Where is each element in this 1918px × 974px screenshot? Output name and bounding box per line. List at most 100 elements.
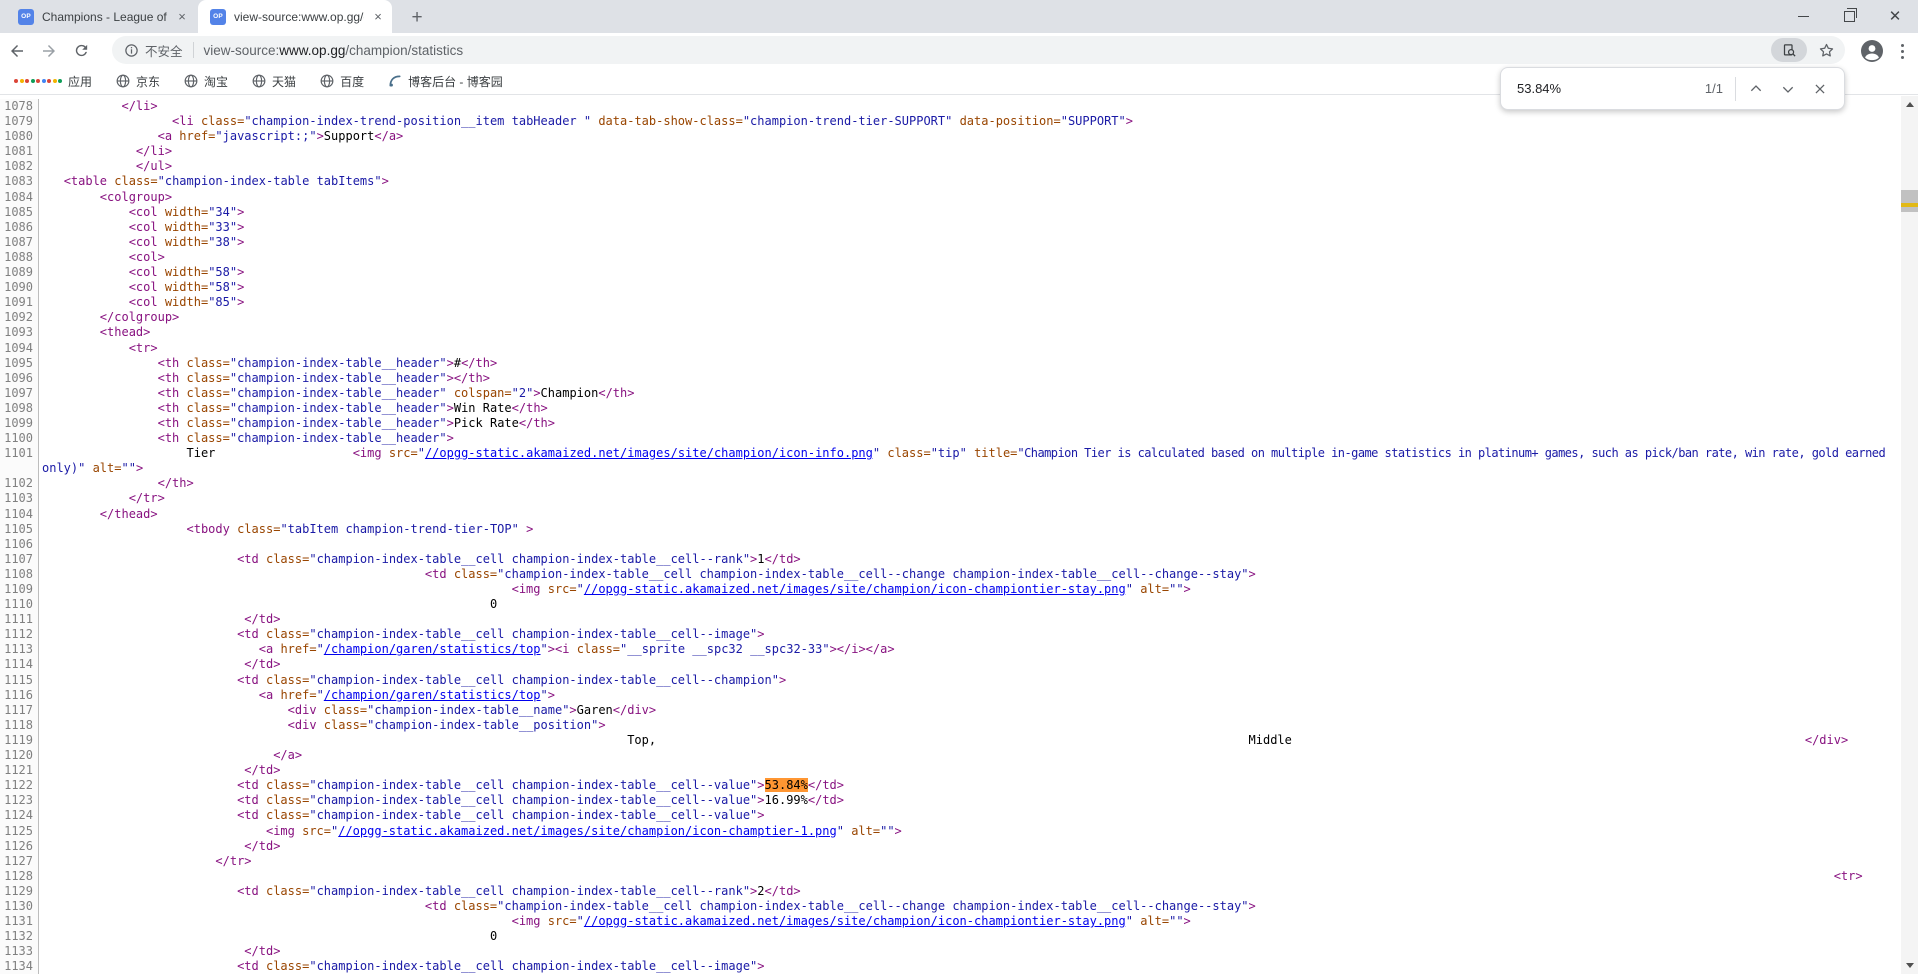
- bookmark-cnblogs[interactable]: 博客后台 - 博客园: [388, 73, 503, 90]
- line-number: 1109: [0, 582, 39, 597]
- source-line: 1117 <div class="champion-index-table__n…: [0, 703, 1918, 718]
- source-line-code: </td>: [39, 657, 280, 672]
- bookmark-label: 京东: [136, 73, 160, 90]
- source-line-code: <td class="champion-index-table__cell ch…: [39, 778, 844, 793]
- line-number: 1122: [0, 778, 39, 793]
- source-line: 1083 <table class="champion-index-table …: [0, 174, 1918, 189]
- source-line-code: only)" alt="">: [39, 461, 143, 476]
- find-close-button[interactable]: [1804, 73, 1836, 105]
- line-number: 1131: [0, 914, 39, 929]
- source-line: 1121 </td>: [0, 763, 1918, 778]
- source-link[interactable]: //opgg-static.akamaized.net/images/site/…: [584, 582, 1126, 596]
- source-link[interactable]: //opgg-static.akamaized.net/images/site/…: [338, 824, 837, 838]
- avatar-icon: [1860, 39, 1884, 63]
- source-line-code: <col>: [39, 250, 165, 265]
- line-number: 1126: [0, 839, 39, 854]
- source-line-code: <col width="58">: [39, 265, 244, 280]
- source-link[interactable]: //opgg-static.akamaized.net/images/site/…: [425, 446, 873, 460]
- triangle-up-icon: [1906, 102, 1914, 107]
- source-line-code: <td class="champion-index-table__cell ch…: [39, 567, 1256, 582]
- source-line-code: <a href="/champion/garen/statistics/top"…: [39, 642, 895, 657]
- line-number: 1127: [0, 854, 39, 869]
- line-number: 1113: [0, 642, 39, 657]
- tab-close-icon[interactable]: ×: [174, 9, 190, 25]
- source-line-code: <tr>: [39, 341, 158, 356]
- forward-arrow-icon: [40, 42, 58, 60]
- tab-view-source[interactable]: OP view-source:www.op.gg/cham ×: [198, 0, 392, 33]
- source-link[interactable]: //opgg-static.akamaized.net/images/site/…: [584, 914, 1126, 928]
- bookmark-jd[interactable]: 京东: [116, 73, 160, 90]
- chevron-up-icon: [1749, 82, 1763, 96]
- scroll-down-button[interactable]: [1901, 957, 1918, 974]
- line-number: 1095: [0, 356, 39, 371]
- minimize-icon: [1798, 16, 1809, 17]
- info-icon[interactable]: [124, 43, 139, 58]
- source-line-code: Tier <img src="//opgg-static.akamaized.n…: [39, 446, 1885, 461]
- page-search-button[interactable]: [1771, 38, 1807, 62]
- restore-button[interactable]: [1826, 0, 1872, 32]
- line-number: 1130: [0, 899, 39, 914]
- reload-button[interactable]: [66, 36, 96, 66]
- source-line-code: <th class="champion-index-table__header"…: [39, 386, 634, 401]
- omnibox-divider: [193, 42, 194, 58]
- forward-button[interactable]: [34, 36, 64, 66]
- line-number: 1087: [0, 235, 39, 250]
- vertical-scrollbar[interactable]: [1901, 96, 1918, 974]
- source-line: 1105 <tbody class="tabItem champion-tren…: [0, 522, 1918, 537]
- source-line: 1115 <td class="champion-index-table__ce…: [0, 673, 1918, 688]
- profile-avatar-button[interactable]: [1858, 37, 1886, 65]
- source-line: 1133 </td>: [0, 944, 1918, 959]
- line-number: [0, 461, 39, 476]
- find-divider: [1735, 77, 1736, 101]
- source-link[interactable]: /champion/garen/statistics/top: [324, 688, 541, 702]
- apps-label: 应用: [68, 73, 92, 90]
- source-line-code: <td class="champion-index-table__cell ch…: [39, 673, 786, 688]
- address-bar[interactable]: 不安全 view-source:www.op.gg/champion/stati…: [112, 36, 1845, 64]
- bookmark-tmall[interactable]: 天猫: [252, 73, 296, 90]
- source-line-code: <thead>: [39, 325, 150, 340]
- opgg-favicon: OP: [18, 9, 34, 25]
- find-input[interactable]: 53.84%: [1517, 81, 1705, 96]
- globe-icon: [320, 74, 334, 88]
- tab-champions[interactable]: OP Champions - League of Legen ×: [6, 0, 196, 33]
- source-line-code: <col width="38">: [39, 235, 244, 250]
- source-line-code: <div class="champion-index-table__name">…: [39, 703, 656, 718]
- scrollbar-thumb[interactable]: [1901, 190, 1918, 212]
- url-text: view-source:www.op.gg/champion/statistic…: [204, 43, 464, 58]
- line-number: 1093: [0, 325, 39, 340]
- line-number: 1129: [0, 884, 39, 899]
- bookmark-baidu[interactable]: 百度: [320, 73, 364, 90]
- bookmark-taobao[interactable]: 淘宝: [184, 73, 228, 90]
- source-line: 1098 <th class="champion-index-table__he…: [0, 401, 1918, 416]
- minimize-button[interactable]: [1780, 0, 1826, 32]
- scroll-up-button[interactable]: [1901, 96, 1918, 113]
- source-line: 1111 </td>: [0, 612, 1918, 627]
- new-tab-button[interactable]: +: [404, 5, 430, 31]
- source-line-code: <td class="champion-index-table__cell ch…: [39, 884, 801, 899]
- source-line-code: <td class="champion-index-table__cell ch…: [39, 793, 844, 808]
- browser-menu-button[interactable]: [1890, 39, 1914, 63]
- tab-close-icon[interactable]: ×: [370, 9, 386, 25]
- source-line: 1120 </a>: [0, 748, 1918, 763]
- find-previous-button[interactable]: [1740, 73, 1772, 105]
- close-window-button[interactable]: ✕: [1872, 0, 1918, 32]
- source-line: 1101 Tier <img src="//opgg-static.akamai…: [0, 446, 1918, 461]
- source-line: 1118 <div class="champion-index-table__p…: [0, 718, 1918, 733]
- bookmark-label: 天猫: [272, 73, 296, 90]
- bookmark-star-button[interactable]: [1813, 37, 1839, 63]
- source-line-code: <td class="champion-index-table__cell ch…: [39, 808, 765, 823]
- source-link[interactable]: /champion/garen/statistics/top: [324, 642, 541, 656]
- source-line: 1129 <td class="champion-index-table__ce…: [0, 884, 1918, 899]
- source-line: 1125 <img src="//opgg-static.akamaized.n…: [0, 824, 1918, 839]
- tab-title: Champions - League of Legen: [42, 10, 168, 24]
- source-line-code: <a href="javascript:;">Support</a>: [39, 129, 403, 144]
- line-number: 1134: [0, 959, 39, 974]
- find-next-button[interactable]: [1772, 73, 1804, 105]
- back-button[interactable]: [2, 36, 32, 66]
- source-line-code: <col width="34">: [39, 205, 244, 220]
- browser-toolbar: 不安全 view-source:www.op.gg/champion/stati…: [0, 33, 1918, 68]
- source-line-code: <th class="champion-index-table__header"…: [39, 431, 454, 446]
- apps-shortcut[interactable]: 应用: [14, 73, 92, 90]
- globe-icon: [184, 74, 198, 88]
- reload-icon: [73, 42, 90, 59]
